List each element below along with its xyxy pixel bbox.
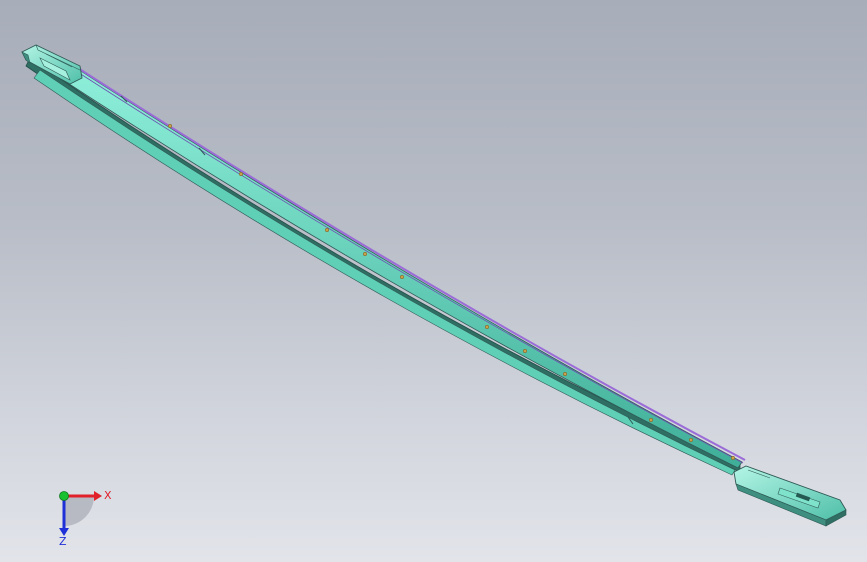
fastener[interactable] [648, 417, 654, 423]
fastener[interactable] [238, 171, 244, 177]
graphics-viewport[interactable]: X Z [0, 0, 867, 562]
cad-model-view[interactable] [0, 0, 867, 562]
fastener[interactable] [562, 371, 568, 377]
right-end-cap[interactable] [733, 465, 847, 527]
fastener[interactable] [167, 123, 173, 129]
fastener[interactable] [399, 274, 405, 280]
coordinate-triad: X Z [59, 489, 112, 548]
fastener[interactable] [324, 227, 330, 233]
y-axis-dot [59, 491, 69, 501]
fastener[interactable] [484, 324, 490, 330]
rail-stripe[interactable] [77, 67, 746, 461]
fastener[interactable] [730, 455, 736, 461]
z-axis-label: Z [59, 535, 67, 548]
triad-shadow [64, 496, 94, 526]
fastener[interactable] [362, 251, 368, 257]
fastener[interactable] [522, 348, 528, 354]
fastener[interactable] [688, 437, 694, 443]
x-axis-label: X [104, 489, 112, 502]
